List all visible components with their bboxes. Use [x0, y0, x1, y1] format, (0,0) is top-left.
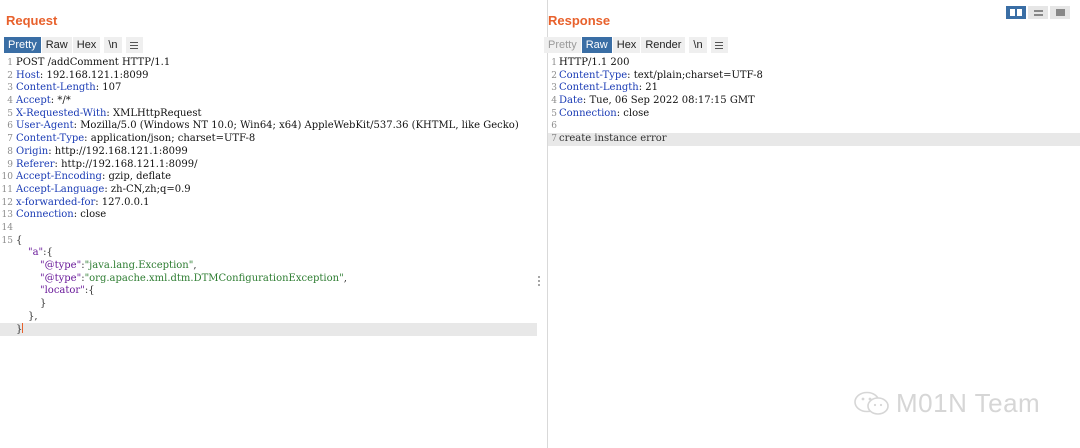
code-line: 14 — [1, 222, 13, 233]
code-line: 4 Date: Tue, 06 Sep 2022 08:17:15 GMT — [551, 95, 755, 107]
header-value: gzip, deflate — [105, 171, 172, 183]
header-value: 107 — [99, 82, 122, 94]
header-name: Content-Length — [559, 82, 639, 94]
header-value: Mozilla/5.0 (Windows NT 10.0; Win64; x64… — [77, 120, 519, 132]
json-string: "java.lang.Exception" — [84, 260, 194, 271]
menu-icon[interactable] — [710, 37, 728, 53]
tab-pretty[interactable]: Pretty — [544, 37, 581, 53]
header-name: Content-Length — [16, 82, 96, 94]
response-view-tabs: Pretty Raw Hex Render \n — [544, 37, 728, 53]
code-line: 5 Connection: close — [551, 107, 650, 119]
more-options-icon[interactable] — [538, 276, 540, 286]
tab-hex[interactable]: Hex — [612, 37, 641, 53]
header-value: 21 — [642, 82, 659, 94]
header-name: Accept — [16, 95, 51, 107]
tab-raw[interactable]: Raw — [41, 37, 72, 53]
json-key: "locator" — [40, 285, 85, 297]
header-name: Content-Type — [559, 69, 628, 81]
header-value: zh-CN,zh;q=0.9 — [107, 183, 191, 195]
request-view-tabs: Pretty Raw Hex \n — [4, 37, 143, 53]
header-name: Accept-Encoding — [16, 171, 102, 183]
header-value: 192.168.121.1:8099 — [43, 69, 149, 81]
response-title: Response — [548, 13, 611, 28]
watermark: M01N Team — [852, 388, 1040, 419]
code-line-current: 7 create instance error — [548, 133, 1080, 146]
single-view-icon[interactable] — [1050, 6, 1070, 19]
code-line: "@type":"java.lang.Exception", — [40, 260, 197, 271]
header-name: Accept-Language — [16, 183, 105, 195]
code-line: 2 Content-Type: text/plain;charset=UTF-8 — [551, 69, 763, 81]
header-value: close — [77, 209, 107, 221]
code-line: 3 Content-Length: 21 — [551, 82, 659, 94]
code-line: 5 X-Requested-With: XMLHttpRequest — [7, 107, 202, 119]
status-line: HTTP/1.1 200 — [559, 57, 630, 68]
layout-toggle — [1006, 6, 1070, 19]
code-line: "@type":"org.apache.xml.dtm.DTMConfigura… — [40, 272, 347, 284]
header-name: x-forwarded-for — [16, 196, 96, 208]
json-string: "org.apache.xml.dtm.DTMConfigurationExce… — [84, 272, 344, 284]
tab-pretty[interactable]: Pretty — [4, 37, 41, 53]
code-line: 9 Referer: http://192.168.121.1:8099/ — [7, 158, 198, 170]
code-line: 6 User-Agent: Mozilla/5.0 (Windows NT 10.… — [7, 120, 519, 132]
newline-toggle[interactable]: \n — [689, 37, 707, 53]
code-line: 3 Content-Length: 107 — [7, 82, 122, 94]
newline-toggle[interactable]: \n — [104, 37, 122, 53]
code-line: 6 — [551, 121, 557, 132]
header-value: 127.0.0.1 — [98, 196, 150, 208]
header-name: Referer — [16, 158, 55, 170]
text-caret — [22, 323, 24, 334]
code-line: 10 Accept-Encoding: gzip, deflate — [1, 171, 172, 183]
header-name: Connection — [559, 107, 617, 119]
json-key: "@type" — [40, 272, 82, 284]
menu-icon[interactable] — [125, 37, 143, 53]
header-name: Origin — [16, 145, 49, 157]
code-line: 12 x-forwarded-for: 127.0.0.1 — [1, 196, 150, 208]
header-name: Connection — [16, 209, 74, 221]
response-pane: Response Pretty Raw Hex Render \n 1 HTTP/… — [544, 0, 1080, 448]
code-line: 15{ — [1, 234, 23, 246]
header-value: http://192.168.121.1:8099 — [51, 145, 188, 157]
tab-render[interactable]: Render — [641, 37, 686, 53]
header-value: */* — [54, 95, 71, 107]
header-value: Tue, 06 Sep 2022 08:17:15 GMT — [586, 95, 755, 107]
header-name: Host — [16, 69, 40, 81]
code-line: } — [40, 298, 47, 310]
code-line: }, — [28, 310, 38, 322]
header-name: X-Requested-With — [16, 107, 107, 119]
request-editor[interactable]: 1 POST /addComment HTTP/1.1 2 Host: 192.16… — [0, 57, 547, 448]
code-line-current: } — [0, 323, 537, 337]
header-value: close — [620, 107, 650, 119]
code-line: 4 Accept: */* — [7, 95, 71, 107]
response-body-text: create instance error — [559, 133, 667, 145]
header-value: XMLHttpRequest — [109, 107, 202, 119]
header-name: Date — [559, 95, 583, 107]
header-name: Content-Type — [16, 133, 85, 145]
code-line: 13 Connection: close — [1, 209, 107, 221]
watermark-text: M01N Team — [896, 388, 1041, 418]
header-name: User-Agent — [16, 120, 74, 132]
code-line: "a":{ — [28, 247, 53, 259]
header-value: http://192.168.121.1:8099/ — [57, 158, 198, 170]
header-value: text/plain;charset=UTF-8 — [630, 69, 763, 81]
request-pane: Request Pretty Raw Hex \n 1 POST /addComm… — [0, 0, 548, 448]
request-title: Request — [6, 13, 58, 28]
header-value: application/json; charset=UTF-8 — [87, 133, 256, 145]
request-line: POST /addComment HTTP/1.1 — [16, 57, 171, 68]
code-line: "locator":{ — [40, 285, 95, 297]
split-view-icon[interactable] — [1006, 6, 1026, 19]
wechat-icon — [854, 391, 889, 415]
stacked-view-icon[interactable] — [1028, 6, 1048, 19]
json-key: "a" — [28, 247, 44, 259]
code-line: 7 Content-Type: application/json; charset… — [7, 133, 256, 145]
code-line: 1 POST /addComment HTTP/1.1 — [7, 57, 171, 68]
code-line: 8 Origin: http://192.168.121.1:8099 — [7, 145, 188, 157]
code-line: 2 Host: 192.168.121.1:8099 — [7, 69, 149, 81]
code-line: 1 HTTP/1.1 200 — [551, 57, 630, 68]
code-line: 11 Accept-Language: zh-CN,zh;q=0.9 — [1, 183, 191, 195]
tab-raw[interactable]: Raw — [581, 37, 612, 53]
json-key: "@type" — [40, 260, 82, 271]
tab-hex[interactable]: Hex — [72, 37, 101, 53]
